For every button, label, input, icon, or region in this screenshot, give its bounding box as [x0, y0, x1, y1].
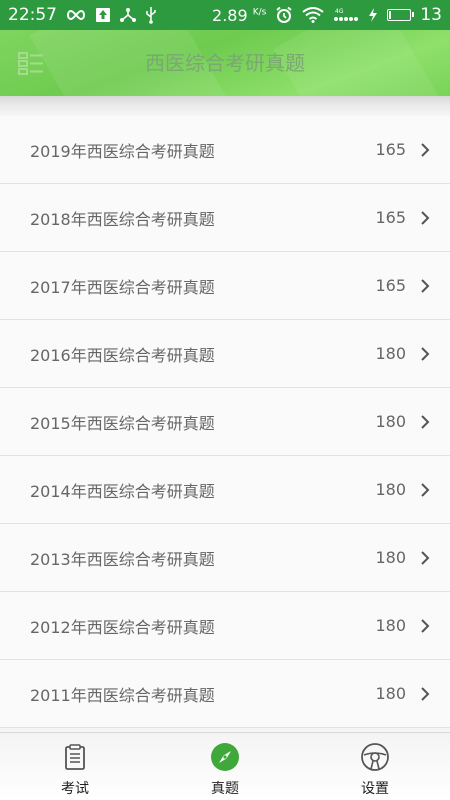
paper-list-item[interactable]: 2013年西医综合考研真题 180 [0, 524, 450, 592]
tab-settings-label: 设置 [361, 781, 389, 797]
question-count: 165 [375, 208, 406, 227]
chevron-right-icon [420, 210, 430, 226]
page-title: 西医综合考研真题 [145, 51, 305, 75]
wifi-icon [302, 7, 324, 23]
battery-icon [387, 9, 415, 21]
question-count: 180 [375, 548, 406, 567]
alarm-clock-icon [275, 6, 293, 24]
chevron-right-icon [420, 346, 430, 362]
paper-list-item[interactable]: 2019年西医综合考研真题 165 [0, 116, 450, 184]
paper-title: 2014年西医综合考研真题 [30, 481, 215, 501]
paper-list-item[interactable]: 2012年西医综合考研真题 180 [0, 592, 450, 660]
paper-title: 2019年西医综合考研真题 [30, 141, 215, 161]
tab-past-papers-label: 真题 [211, 781, 239, 797]
paper-title: 2017年西医综合考研真题 [30, 277, 215, 297]
tab-settings[interactable]: 设置 [300, 733, 450, 800]
paper-title: 2012年西医综合考研真题 [30, 617, 215, 637]
usb-icon [145, 6, 157, 24]
header-shadow [0, 96, 450, 116]
upload-icon [95, 7, 111, 23]
paper-title: 2011年西医综合考研真题 [30, 685, 215, 705]
paper-title: 2016年西医综合考研真题 [30, 345, 215, 365]
share-network-icon [119, 7, 137, 23]
paper-list: 2019年西医综合考研真题 165 2018年西医综合考研真题 165 2017… [0, 116, 450, 728]
chevron-right-icon [420, 686, 430, 702]
tab-exam-label: 考试 [61, 781, 89, 797]
paper-list-item[interactable]: 2011年西医综合考研真题 180 [0, 660, 450, 728]
tab-exam[interactable]: 考试 [0, 733, 150, 800]
paper-list-item[interactable]: 2016年西医综合考研真题 180 [0, 320, 450, 388]
question-count: 180 [375, 616, 406, 635]
paper-list-item[interactable]: 2017年西医综合考研真题 165 [0, 252, 450, 320]
network-speed: 2.89 K/s [212, 6, 266, 25]
compass-icon [210, 742, 240, 772]
question-count: 180 [375, 344, 406, 363]
battery-level: 13 [420, 5, 442, 25]
question-count: 180 [375, 480, 406, 499]
paper-list-item[interactable]: 2014年西医综合考研真题 180 [0, 456, 450, 524]
chevron-right-icon [420, 414, 430, 430]
question-count: 180 [375, 684, 406, 703]
chevron-right-icon [420, 550, 430, 566]
paper-list-item[interactable]: 2018年西医综合考研真题 165 [0, 184, 450, 252]
svg-text:4G: 4G [335, 8, 344, 15]
tab-past-papers[interactable]: 真题 [150, 733, 300, 800]
steering-wheel-icon [360, 742, 390, 772]
status-time: 22:57 [8, 5, 57, 25]
status-bar: 22:57 2.89 K/s 4G 13 [0, 0, 450, 30]
app-header: 西医综合考研真题 [0, 30, 450, 96]
question-count: 165 [375, 140, 406, 159]
infinity-icon [65, 9, 87, 21]
battery-fill [389, 11, 392, 19]
bottom-tab-bar: 考试 真题 设置 [0, 732, 450, 800]
question-count: 180 [375, 412, 406, 431]
chevron-right-icon [420, 142, 430, 158]
question-count: 165 [375, 276, 406, 295]
paper-list-item[interactable]: 2015年西医综合考研真题 180 [0, 388, 450, 456]
paper-title: 2015年西医综合考研真题 [30, 413, 215, 433]
chevron-right-icon [420, 618, 430, 634]
cellular-signal-icon: 4G [333, 7, 359, 23]
network-speed-value: 2.89 [212, 5, 248, 25]
chevron-right-icon [420, 482, 430, 498]
network-speed-unit: K/s [252, 7, 267, 18]
paper-title: 2018年西医综合考研真题 [30, 209, 215, 229]
chevron-right-icon [420, 278, 430, 294]
exam-paper-icon [60, 742, 90, 772]
paper-title: 2013年西医综合考研真题 [30, 549, 215, 569]
charging-bolt-icon [368, 7, 378, 23]
